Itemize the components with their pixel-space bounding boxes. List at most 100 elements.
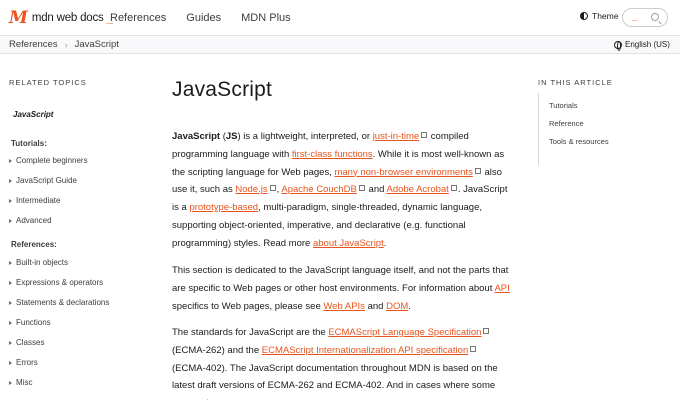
sidebar-item-expressions-operators[interactable]: Expressions & operators xyxy=(9,278,103,287)
link-adobe-acrobat[interactable]: Adobe Acrobat xyxy=(387,184,449,195)
toc-item-tutorials[interactable]: Tutorials xyxy=(549,101,577,110)
sidebar-item-label: Classes xyxy=(16,338,45,347)
text: (ECMA-402). The JavaScript documentation… xyxy=(172,362,498,392)
mdn-logo-mark: M xyxy=(9,7,28,28)
toc-list: Tutorials Reference Tools & resources xyxy=(538,93,658,165)
top-navigation-bar: M mdn web docs _ References Guides MDN P… xyxy=(0,0,680,36)
link-dom[interactable]: DOM xyxy=(386,301,408,312)
mdn-logo-text: mdn web docs xyxy=(31,12,104,24)
sidebar-item-statements-declarations[interactable]: Statements & declarations xyxy=(9,298,109,307)
external-link-icon xyxy=(450,185,457,192)
sidebar-item-label: Advanced xyxy=(16,216,52,225)
language-switcher[interactable]: English (US) xyxy=(614,40,670,51)
external-link-icon xyxy=(474,167,481,174)
sidebar-item-label: Functions xyxy=(16,318,51,327)
link-about-javascript[interactable]: about JavaScript xyxy=(313,238,384,249)
breadcrumb-bar: References › JavaScript English (US) xyxy=(0,36,680,54)
sidebar-current-topic[interactable]: JavaScript xyxy=(13,110,53,119)
text: . xyxy=(383,237,387,249)
sidebar-item-built-in-objects[interactable]: Built-in objects xyxy=(9,258,68,267)
sidebar-item-intermediate[interactable]: Intermediate xyxy=(9,196,60,205)
intro-paragraph: JavaScript (JS) is a lightweight, interp… xyxy=(172,128,512,253)
nav-guides[interactable]: Guides xyxy=(186,12,221,24)
chevron-right-icon xyxy=(9,300,12,305)
sidebar-item-complete-beginners[interactable]: Complete beginners xyxy=(9,156,88,165)
text: . xyxy=(408,300,411,312)
sidebar-item-label: Built-in objects xyxy=(16,258,69,267)
breadcrumb: References › JavaScript xyxy=(9,39,119,50)
sidebar-item-label: Intermediate xyxy=(16,196,61,205)
article: JavaScript JavaScript (JS) is a lightwei… xyxy=(172,78,512,400)
sidebar-item-label: JavaScript Guide xyxy=(16,176,77,185)
search-input[interactable]: _ xyxy=(622,8,668,27)
sidebar-item-label: Complete beginners xyxy=(16,156,88,165)
page-title: JavaScript xyxy=(172,78,273,101)
breadcrumb-references[interactable]: References xyxy=(9,39,58,50)
link-prototype-based[interactable]: prototype-based xyxy=(189,202,258,213)
external-link-icon xyxy=(269,185,276,192)
sidebar-item-label: Statements & declarations xyxy=(16,298,110,307)
chevron-right-icon xyxy=(9,280,12,285)
sidebar-item-label: Expressions & operators xyxy=(16,278,104,287)
link-non-browser-environments[interactable]: many non-browser environments xyxy=(334,167,472,178)
sidebar-item-classes[interactable]: Classes xyxy=(9,338,44,347)
sidebar-item-label: Misc xyxy=(16,378,33,387)
sidebar-group-references: References: xyxy=(11,240,57,249)
sidebar-group-tutorials: Tutorials: xyxy=(11,139,47,148)
chevron-right-icon xyxy=(9,380,12,385)
chevron-right-icon xyxy=(9,340,12,345)
link-nodejs[interactable]: Node.js xyxy=(235,184,267,195)
text: This section is dedicated to the JavaScr… xyxy=(172,265,509,294)
link-first-class-functions[interactable]: first-class functions xyxy=(292,149,373,160)
text-bold: JavaScript xyxy=(172,131,221,142)
globe-icon xyxy=(614,40,622,51)
search-underscore: _ xyxy=(632,11,638,22)
link-apache-couchdb[interactable]: Apache CouchDB xyxy=(281,184,357,195)
text: The standards for JavaScript are the xyxy=(172,327,329,338)
chevron-right-icon xyxy=(9,360,12,365)
chevron-right-icon xyxy=(9,198,12,203)
external-link-icon xyxy=(421,132,428,138)
sidebar-item-misc[interactable]: Misc xyxy=(9,378,32,387)
standards-paragraph: The standards for JavaScript are the ECM… xyxy=(172,324,512,400)
text: and xyxy=(364,300,387,312)
link-web-apis[interactable]: Web APIs xyxy=(323,301,365,312)
mdn-logo[interactable]: M mdn web docs _ xyxy=(9,8,113,28)
external-link-icon xyxy=(470,345,477,352)
language-label: English (US) xyxy=(625,40,670,49)
chevron-right-icon xyxy=(9,218,12,223)
breadcrumb-javascript[interactable]: JavaScript xyxy=(75,39,119,50)
sidebar-item-errors[interactable]: Errors xyxy=(9,358,38,367)
link-just-in-time[interactable]: just-in-time xyxy=(373,131,419,142)
search-icon[interactable] xyxy=(651,13,659,21)
link-ecmascript-language-spec[interactable]: ECMAScript Language Specification xyxy=(328,327,481,338)
sidebar-item-advanced[interactable]: Advanced xyxy=(9,216,52,225)
breadcrumb-separator: › xyxy=(64,39,68,50)
sidebar-item-functions[interactable]: Functions xyxy=(9,318,51,327)
chevron-right-icon xyxy=(9,158,12,163)
sidebar-heading: RELATED TOPICS xyxy=(9,78,87,87)
sidebar-item-javascript-guide[interactable]: JavaScript Guide xyxy=(9,176,77,185)
sidebar-item-label: Errors xyxy=(16,358,38,367)
chevron-right-icon xyxy=(9,260,12,265)
theme-icon xyxy=(580,12,588,20)
theme-label: Theme xyxy=(592,11,619,21)
theme-button[interactable]: Theme xyxy=(580,11,618,21)
table-of-contents: IN THIS ARTICLE Tutorials Reference Tool… xyxy=(538,78,668,165)
toc-item-tools-resources[interactable]: Tools & resources xyxy=(549,137,609,146)
toc-heading: IN THIS ARTICLE xyxy=(538,78,613,87)
scope-paragraph: This section is dedicated to the JavaScr… xyxy=(172,262,512,315)
sidebar: RELATED TOPICS JavaScript Tutorials: Com… xyxy=(9,78,149,387)
text: and xyxy=(365,184,387,196)
link-ecmascript-intl-api-spec[interactable]: ECMAScript Internationalization API spec… xyxy=(262,345,468,356)
link-api[interactable]: API xyxy=(494,283,509,294)
external-link-icon xyxy=(483,328,490,334)
chevron-right-icon xyxy=(9,178,12,183)
text: (ECMA-262) and the xyxy=(172,344,262,356)
main-nav: References Guides MDN Plus xyxy=(110,0,311,36)
text: ) is a lightweight, interpreted, or xyxy=(237,131,373,142)
nav-mdn-plus[interactable]: MDN Plus xyxy=(241,12,291,24)
external-link-icon xyxy=(358,185,365,192)
nav-references[interactable]: References xyxy=(110,12,166,24)
toc-item-reference[interactable]: Reference xyxy=(549,119,584,128)
